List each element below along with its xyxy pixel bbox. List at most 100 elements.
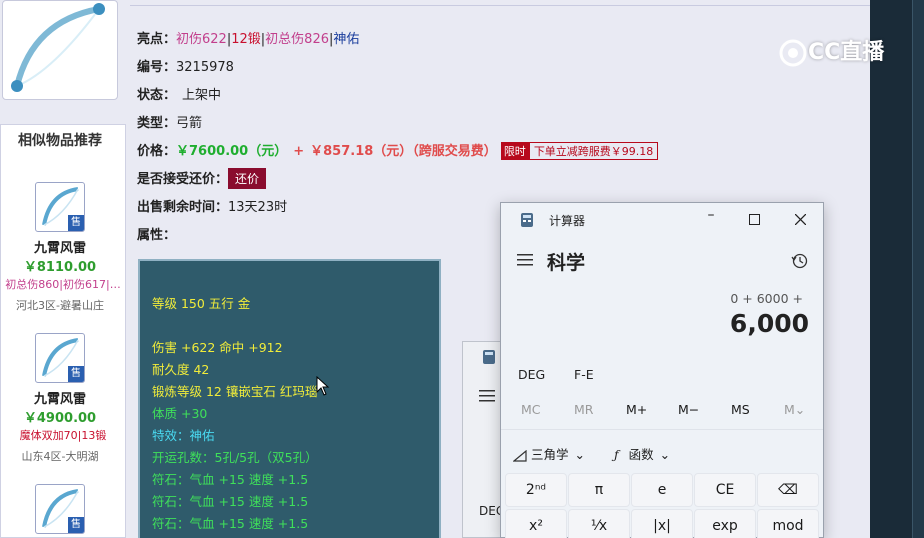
recommend-title: 相似物品推荐 [18,133,102,149]
attribute-line: 锻炼等级 12 镶嵌宝石 红玛瑙 [152,384,318,399]
recommend-item-thumb[interactable]: 售 [35,333,85,383]
status-value: 上架中 [182,88,222,103]
highlights-label: 亮点： [137,32,177,47]
status-row: 状态： 上架中 [137,84,221,103]
remaining-label: 出售剩余时间： [137,200,229,215]
price-plus: + [293,144,305,159]
price-row: 价格：￥7600.00（元） + ￥857.18（元）（跨服交易费） 限时 下单立减跨服… [137,140,659,160]
memory-list-button[interactable]: M⌄ [784,402,805,417]
highlight-tag: 神佑 [333,32,360,47]
minimize-button[interactable]: – [699,207,723,223]
highlight-tag: 初伤622 [176,32,227,47]
attribute-line: 符石：气血 +15 速度 +1.5 [152,494,309,509]
recommend-item-price: ￥4900.00 [23,411,97,426]
square-button[interactable]: x² [505,509,567,538]
exp-button[interactable]: exp [694,509,756,538]
calculator-app-icon [483,350,495,364]
memory-recall-button[interactable]: MR [574,402,593,417]
attribute-line: 符石：气血 +15 速度 +1.5 [152,472,309,487]
price-label: 价格： [137,144,177,159]
deg-toggle[interactable]: DEG [518,367,545,382]
type-value: 弓箭 [176,116,203,131]
watermark-text: CC直播 [808,40,885,65]
haggle-label: 是否接受还价： [137,172,229,187]
attribute-line: 体质 +30 [152,406,208,421]
sale-badge: 售 [68,366,84,382]
attribute-line: 特效：神佑 [152,428,215,443]
reciprocal-button[interactable]: ¹⁄x [568,509,630,538]
menu-icon[interactable] [517,254,533,266]
recommend-item-server: 河北3区-避暑山庄 [16,299,104,312]
haggle-button[interactable]: 还价 [228,168,267,189]
remaining-value: 13天23时 [228,200,288,215]
result-display: 6,000 [729,309,809,338]
bow-image [11,3,105,92]
maximize-button[interactable] [749,214,760,225]
cross-server-fee: ￥857.18（元）（跨服交易费） [310,144,497,159]
recommend-item-tags: 初总伤860|初伤617|… [5,278,121,291]
function-dropdown[interactable]: ƒ 函数 ⌄ [614,444,670,463]
highlights-row: 亮点：初伤622|12锻|初总伤826|神佑 [137,32,360,47]
recommend-item-tags: 魔体双加70|13锻 [19,429,107,442]
attributes-box: 等级 150 五行 金 伤害 +622 命中 +912 耐久度 42 锻炼等级 … [138,259,441,538]
limit-note: 下单立减跨服费￥99.18 [528,142,659,160]
remaining-row: 出售剩余时间：13天23时 [137,196,287,215]
backspace-button[interactable]: ⌫ [757,473,819,507]
watermark: CC直播 [778,34,884,68]
highlight-tag: 初总伤826 [265,32,329,47]
expression-display: 0 + 6000 + [730,291,803,306]
memory-subtract-button[interactable]: M− [678,402,699,417]
sale-badge: 售 [68,215,84,231]
right-side-scroll[interactable] [912,0,924,538]
recommend-item-thumb[interactable]: 售 [35,182,85,232]
e-button[interactable]: e [631,473,693,507]
window-title: 计算器 [549,214,586,228]
recommend-item-name[interactable]: 九霄风雷 [0,388,120,407]
abs-button[interactable]: |x| [631,509,693,538]
id-row: 编号：3215978 [137,56,234,75]
attributes-row: 属性： [137,224,176,243]
fe-toggle[interactable]: F-E [574,367,594,382]
attribute-line: 等级 150 五行 金 [152,296,251,311]
second-button[interactable]: 2ⁿᵈ [505,473,567,507]
item-thumbnail[interactable] [2,0,118,100]
id-value: 3215978 [176,60,234,75]
recommend-item-name[interactable]: 九霄风雷 [0,237,120,256]
status-label: 状态： [137,88,177,103]
attribute-line: 符石：气血 +15 速度 +1.5 [152,516,309,531]
price-main: ￥7600.00（元） [176,144,288,159]
trig-dropdown[interactable]: 三角学 ⌄ [512,444,585,463]
function-label: 函数 [628,447,654,462]
attribute-line: 开运孔数：5孔/5孔（双5孔） [152,450,318,465]
sale-badge: 售 [68,517,84,533]
calculator-app-icon [521,213,533,227]
mouse-cursor-icon [316,376,330,396]
title-bar[interactable]: 计算器 – [501,203,823,235]
close-button[interactable] [795,214,806,225]
chevron-down-icon: ⌄ [659,447,671,462]
separator [501,429,823,430]
cc-logo-icon [779,39,807,67]
memory-store-button[interactable]: MS [731,402,750,417]
mode-title: 科学 [547,252,586,274]
type-label: 类型： [137,116,177,131]
function-icon: ƒ [614,447,619,462]
limit-tag: 限时 [500,142,529,160]
recommend-item-thumb[interactable]: 售 [35,484,85,534]
calculator-window[interactable]: 计算器 – 科学 0 + 6000 + 6,000 DEG F-E MC MR … [500,202,824,538]
recommend-item-server: 山东4区-大明湖 [21,450,99,463]
attributes-label: 属性： [137,228,177,243]
memory-add-button[interactable]: M+ [626,402,647,417]
history-icon[interactable] [791,252,808,269]
attribute-line: 耐久度 42 [152,362,210,377]
chevron-down-icon: ⌄ [574,447,585,462]
top-cutoff-strip [130,0,870,6]
id-label: 编号： [137,60,177,75]
memory-clear-button[interactable]: MC [521,402,541,417]
type-row: 类型：弓箭 [137,112,202,131]
clear-entry-button[interactable]: CE [694,473,756,507]
mod-button[interactable]: mod [757,509,819,538]
menu-icon[interactable] [479,390,495,402]
pi-button[interactable]: π [568,473,630,507]
trig-label: 三角学 [530,447,569,462]
